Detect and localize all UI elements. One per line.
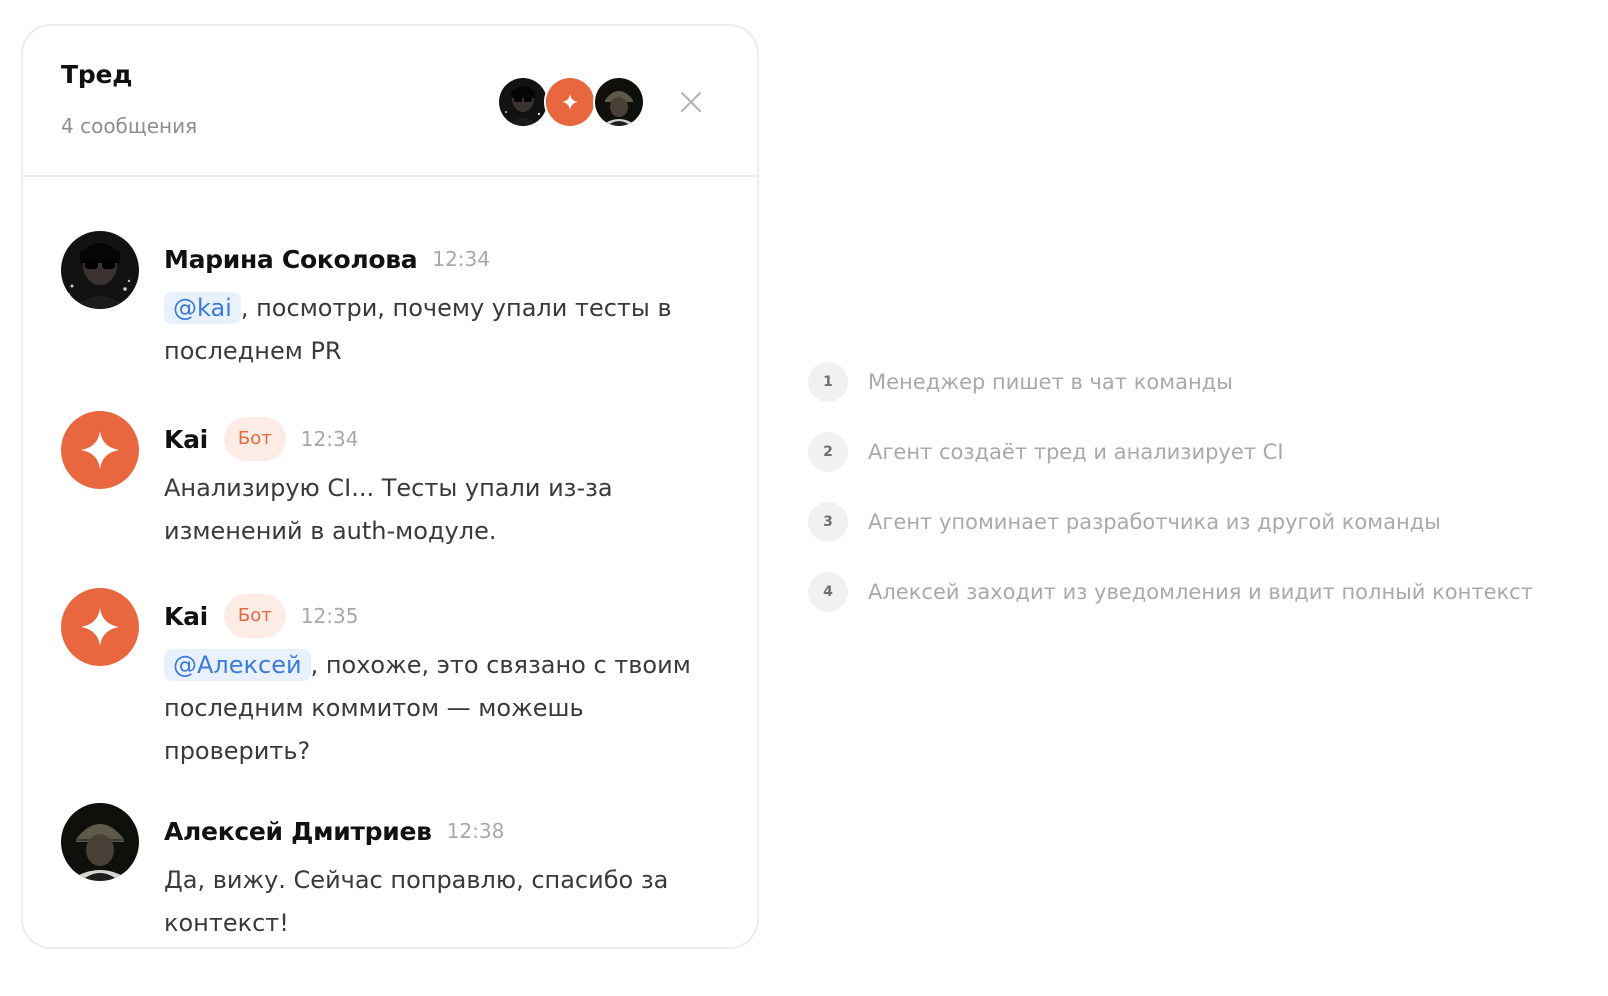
- step-label: Алексей заходит из уведомления и видит п…: [868, 580, 1533, 604]
- step-label: Агент создаёт тред и анализирует CI: [868, 440, 1284, 464]
- step-label: Менеджер пишет в чат команды: [868, 370, 1233, 394]
- author-name[interactable]: Kai: [164, 425, 208, 454]
- message-text: Анализирую CI... Тесты упали из-за измен…: [164, 474, 613, 545]
- message-text: @kai, посмотри, почему упали тесты в пос…: [164, 287, 724, 373]
- mention-aleksey[interactable]: @Алексей: [164, 649, 311, 681]
- step-number: 1: [808, 362, 848, 402]
- message-meta: Алексей Дмитриев 12:38: [164, 809, 504, 853]
- thread-header: Тред 4 сообщения: [23, 26, 757, 177]
- step-item[interactable]: 1 Менеджер пишет в чат команды: [808, 362, 1233, 402]
- bot-badge: Бот: [223, 417, 286, 461]
- message-meta: Kai Бот 12:35: [164, 594, 358, 638]
- step-number: 3: [808, 502, 848, 542]
- step-label: Агент упоминает разработчика из другой к…: [868, 510, 1441, 534]
- message-time: 12:34: [300, 427, 359, 451]
- mention-kai[interactable]: @kai: [164, 292, 241, 324]
- participant-avatar-aleksey: [593, 76, 645, 128]
- message-meta: Марина Соколова 12:34: [164, 237, 490, 281]
- close-icon: [680, 91, 702, 113]
- avatar-kai[interactable]: [61, 411, 139, 489]
- message-text: Да, вижу. Сейчас поправлю, спасибо за ко…: [164, 866, 669, 937]
- step-number: 2: [808, 432, 848, 472]
- avatar-marina[interactable]: [61, 231, 139, 309]
- sparkle-icon: [61, 411, 139, 489]
- avatar-aleksey[interactable]: [61, 803, 139, 881]
- message-text-body: , посмотри, почему упали тесты в последн…: [164, 294, 672, 365]
- thread-title: Тред: [61, 60, 133, 89]
- message-time: 12:34: [432, 247, 490, 271]
- step-item[interactable]: 4 Алексей заходит из уведомления и видит…: [808, 572, 1533, 612]
- bot-badge: Бот: [223, 594, 286, 638]
- page: Тред 4 сообщения Марина Соколова 12:34 @…: [0, 0, 1608, 996]
- participant-avatar-kai: [544, 76, 596, 128]
- sparkle-icon: [61, 588, 139, 666]
- message-meta: Kai Бот 12:34: [164, 417, 358, 461]
- message-text: @Алексей, похоже, это связано с твоим по…: [164, 644, 724, 773]
- author-name[interactable]: Марина Соколова: [164, 245, 418, 274]
- author-name[interactable]: Алексей Дмитриев: [164, 817, 432, 846]
- author-name[interactable]: Kai: [164, 602, 208, 631]
- thread-message-count: 4 сообщения: [61, 114, 198, 138]
- step-item[interactable]: 2 Агент создаёт тред и анализирует CI: [808, 432, 1284, 472]
- step-item[interactable]: 3 Агент упоминает разработчика из другой…: [808, 502, 1441, 542]
- message-time: 12:38: [446, 819, 505, 843]
- avatar-kai[interactable]: [61, 588, 139, 666]
- participant-avatar-marina: [497, 76, 549, 128]
- message-time: 12:35: [300, 604, 359, 628]
- participants-stack[interactable]: [497, 76, 647, 128]
- close-button[interactable]: [677, 88, 705, 116]
- step-number: 4: [808, 572, 848, 612]
- thread-panel: Тред 4 сообщения Марина Соколова 12:34 @…: [21, 24, 759, 949]
